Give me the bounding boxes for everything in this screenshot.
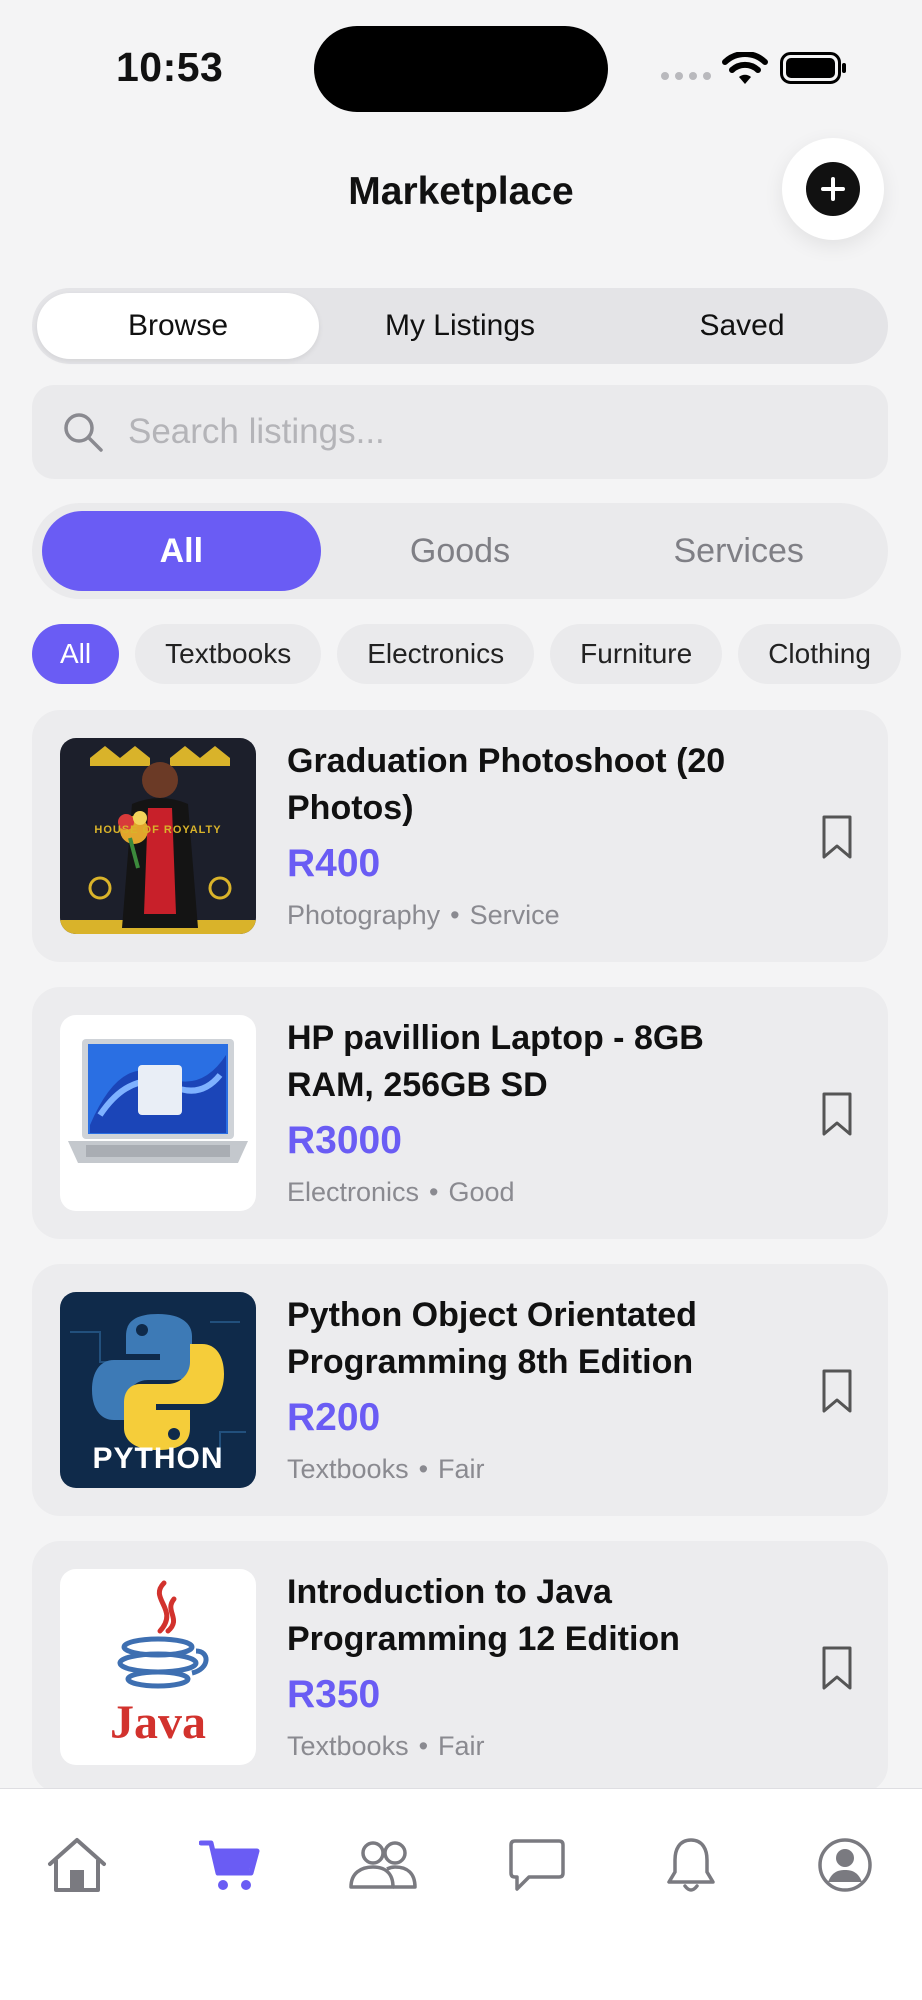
search-input[interactable] xyxy=(126,411,870,453)
listing-thumbnail-python: PYTHON xyxy=(60,1292,256,1488)
type-tab-goods[interactable]: Goods xyxy=(321,511,600,591)
plus-icon xyxy=(806,162,860,216)
segment-tabs: Browse My Listings Saved xyxy=(32,288,888,364)
category-chip-electronics[interactable]: Electronics xyxy=(337,624,535,684)
listing-title: Graduation Photoshoot (20 Photos) xyxy=(287,742,726,827)
listing-title: Introduction to Java Programming 12 Edit… xyxy=(287,1573,680,1658)
add-listing-button[interactable] xyxy=(782,138,884,240)
listing-condition: Fair xyxy=(438,1454,485,1484)
home-icon xyxy=(48,1838,106,1892)
bookmark-icon[interactable] xyxy=(820,1645,854,1691)
category-chip-all[interactable]: All xyxy=(32,624,120,684)
listing-price: R350 xyxy=(287,1673,381,1716)
type-tab-all[interactable]: All xyxy=(42,511,321,591)
listing-price: R200 xyxy=(287,1396,381,1439)
category-chip-clothing[interactable]: Clothing xyxy=(738,624,901,684)
category-chip-furniture[interactable]: Furniture xyxy=(550,624,723,684)
search-icon xyxy=(64,413,103,452)
cellular-signal-icon xyxy=(661,72,711,80)
listing-title: HP pavillion Laptop - 8GB RAM, 256GB SD xyxy=(287,1019,704,1104)
listing-card[interactable]: HP pavillion Laptop - 8GB RAM, 256GB SD … xyxy=(32,987,888,1239)
status-bar: 10:53 xyxy=(0,0,922,130)
listing-meta: Textbooks • Fair xyxy=(287,1731,485,1762)
cart-icon xyxy=(199,1840,260,1890)
chat-icon xyxy=(509,1839,565,1891)
tab-notifications[interactable] xyxy=(651,1825,731,1905)
listing-category: Textbooks xyxy=(287,1731,409,1761)
listing-condition: Fair xyxy=(438,1731,485,1761)
listing-category: Electronics xyxy=(287,1177,420,1207)
listing-meta: Electronics • Good xyxy=(287,1177,515,1208)
bookmark-icon[interactable] xyxy=(820,1091,854,1137)
meta-separator: • xyxy=(429,1177,439,1207)
search-bar xyxy=(32,385,888,479)
listing-price: R400 xyxy=(287,842,381,885)
listing-category: Textbooks xyxy=(287,1454,409,1484)
listing-thumbnail-java: Java xyxy=(60,1569,256,1765)
battery-icon xyxy=(780,52,846,84)
type-tab-services[interactable]: Services xyxy=(599,511,878,591)
tab-profile[interactable] xyxy=(805,1825,885,1905)
status-time: 10:53 xyxy=(116,44,224,90)
tab-my-listings[interactable]: My Listings xyxy=(319,293,601,359)
listing-condition: Service xyxy=(469,900,560,930)
listing-meta: Textbooks • Fair xyxy=(287,1454,485,1485)
dynamic-island xyxy=(314,26,608,112)
listing-card[interactable]: Java Introduction to Java Programming 12… xyxy=(32,1541,888,1788)
bottom-tab-bar xyxy=(0,1788,922,2000)
meta-separator: • xyxy=(418,1454,429,1484)
tab-messages[interactable] xyxy=(497,1825,577,1905)
bell-icon xyxy=(667,1838,715,1892)
meta-separator: • xyxy=(418,1731,429,1761)
tab-community[interactable] xyxy=(343,1825,423,1905)
wifi-icon xyxy=(722,52,768,84)
listing-thumbnail-graduation: HOUSE OF ROYALTY xyxy=(60,738,256,934)
meta-separator: • xyxy=(450,900,460,930)
tab-marketplace[interactable] xyxy=(190,1825,270,1905)
category-chip-textbooks[interactable]: Textbooks xyxy=(135,624,322,684)
people-icon xyxy=(349,1841,417,1889)
banner-text: HOUSE OF ROYALTY xyxy=(94,824,222,836)
listing-card[interactable]: HOUSE OF ROYALTY Graduation Photoshoot (… xyxy=(32,710,888,962)
bookmark-icon[interactable] xyxy=(820,814,854,860)
type-filter-tabs: All Goods Services xyxy=(32,503,888,599)
bookmark-icon[interactable] xyxy=(820,1368,854,1414)
tab-saved[interactable]: Saved xyxy=(601,293,883,359)
listing-title: Python Object Orientated Programming 8th… xyxy=(287,1296,697,1381)
tab-home[interactable] xyxy=(37,1825,117,1905)
listing-category: Photography xyxy=(287,900,441,930)
listings-list: HOUSE OF ROYALTY Graduation Photoshoot (… xyxy=(32,710,888,1788)
tab-browse[interactable]: Browse xyxy=(37,293,319,359)
listing-meta: Photography • Service xyxy=(287,900,560,931)
listing-thumbnail-laptop xyxy=(60,1015,256,1211)
python-logo-text: PYTHON xyxy=(92,1442,224,1475)
profile-icon xyxy=(818,1838,872,1892)
category-chips: All Textbooks Electronics Furniture Clothing xyxy=(32,624,922,688)
listing-card[interactable]: PYTHON Python Object Orientated Programm… xyxy=(32,1264,888,1516)
java-logo-text: Java xyxy=(110,1696,206,1749)
listing-condition: Good xyxy=(448,1177,515,1207)
listing-price: R3000 xyxy=(287,1119,402,1162)
